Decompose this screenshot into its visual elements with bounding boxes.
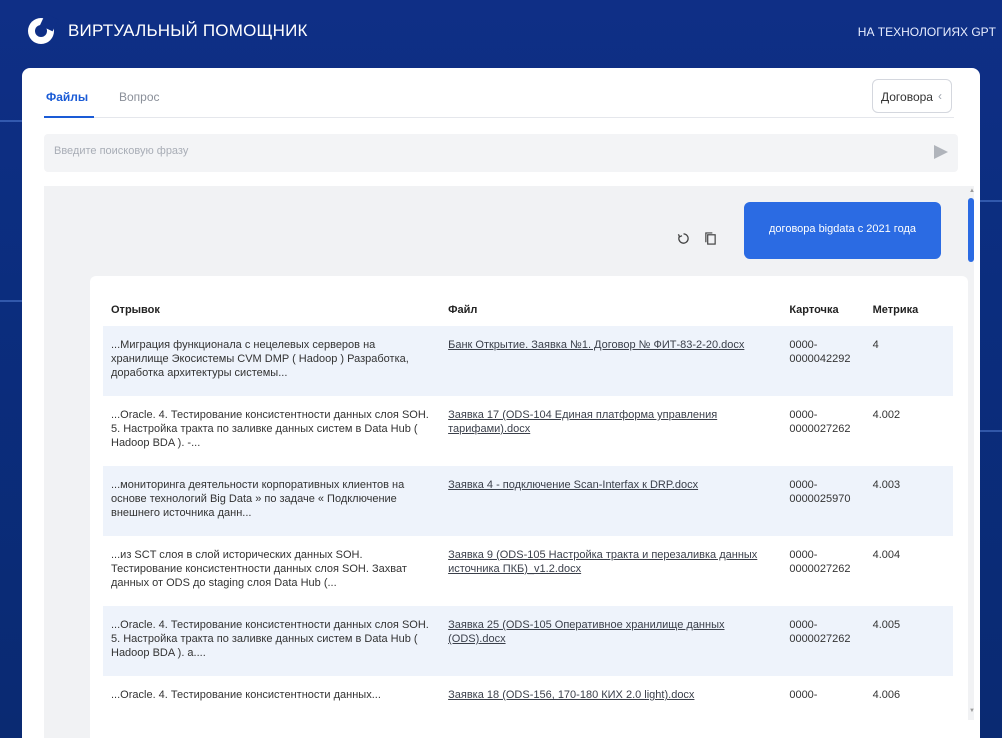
- top-bar: ВИРТУАЛЬНЫЙ ПОМОЩНИК НА ТЕХНОЛОГИЯХ GPT: [0, 0, 1002, 62]
- metric-cell: 4.005: [864, 606, 953, 676]
- file-cell: Банк Открытие. Заявка №1. Договор № ФИТ-…: [440, 326, 782, 396]
- results-table: Отрывок Файл Карточка Метрика ...Миграци…: [103, 294, 953, 738]
- dropdown-selected-label: Договора: [881, 90, 933, 104]
- file-cell: Заявка 17 (ODS-104 Единая платформа упра…: [440, 396, 781, 466]
- card-cell: 0000-0000027262: [789, 549, 851, 575]
- category-dropdown[interactable]: Договора ‹: [872, 79, 952, 113]
- chevron-left-icon: ‹: [938, 89, 942, 103]
- scrollbar-thumb[interactable]: [968, 198, 974, 262]
- card-cell: 0000-0000027262: [781, 606, 865, 676]
- tabs-divider: [44, 117, 954, 118]
- table-row: ...Миграция функционала с нецелевых серв…: [103, 326, 953, 396]
- file-link[interactable]: Заявка 25 (ODS-105 Оперативное хранилище…: [448, 619, 724, 645]
- table-row: ...Oracle. 4. Тестирование консистентнос…: [103, 606, 953, 676]
- column-header-file: Файл: [448, 304, 478, 316]
- card-cell: 0000-0000042292: [781, 326, 865, 396]
- file-link[interactable]: Заявка 17 (ODS-104 Единая платформа упра…: [448, 409, 717, 435]
- column-header-card: Карточка: [789, 304, 839, 316]
- file-cell: Заявка 9 (ODS-105 Настройка тракта и пер…: [440, 536, 781, 606]
- metric-cell: 4.004: [872, 549, 901, 561]
- chat-area: договора bigdata с 2021 года Отрывок Фай…: [44, 186, 968, 738]
- file-link[interactable]: Заявка 9 (ODS-105 Настройка тракта и пер…: [448, 549, 757, 575]
- excerpt-cell: ...мониторинга деятельности корпоративны…: [103, 466, 441, 536]
- user-message-bubble: договора bigdata с 2021 года: [744, 202, 941, 259]
- table-row: ...Oracle. 4. Тестирование консистентнос…: [103, 396, 953, 466]
- scroll-down-arrow-icon[interactable]: ▼: [969, 708, 975, 714]
- excerpt-cell: ...Миграция функционала с нецелевых серв…: [103, 326, 441, 396]
- metric-cell: 4.002: [872, 409, 901, 421]
- search-input[interactable]: [52, 144, 896, 158]
- metric-cell: 4.003: [864, 466, 953, 536]
- excerpt-cell: ...Oracle. 4. Тестирование консистентнос…: [103, 606, 441, 676]
- logo-icon: [28, 18, 54, 44]
- file-cell: Заявка 25 (ODS-105 Оперативное хранилище…: [440, 606, 782, 676]
- column-header-excerpt: Отрывок: [111, 304, 160, 316]
- table-row: ...из SCT слоя в слой исторических данны…: [103, 536, 953, 606]
- column-header-metric: Метрика: [872, 304, 919, 316]
- bottom-fade: [90, 706, 968, 738]
- search-bar: [44, 134, 958, 172]
- copy-icon[interactable]: [704, 232, 717, 245]
- excerpt-cell: ...Oracle. 4. Тестирование консистентнос…: [111, 409, 429, 449]
- excerpt-cell: ...из SCT слоя в слой исторических данны…: [111, 549, 407, 589]
- file-link[interactable]: Банк Открытие. Заявка №1. Договор № ФИТ-…: [448, 339, 744, 351]
- main-card: Файлы Вопрос Договора ‹ договора bigdata…: [22, 68, 980, 738]
- table-row: ...мониторинга деятельности корпоративны…: [103, 466, 953, 536]
- card-cell: 0000-0000027262: [789, 409, 851, 435]
- refresh-icon[interactable]: [677, 232, 690, 245]
- active-tab-indicator: [44, 116, 94, 118]
- table-header-row: Отрывок Файл Карточка Метрика: [103, 294, 953, 326]
- file-link[interactable]: Заявка 4 - подключение Scan-Interfax к D…: [448, 479, 698, 491]
- tab-question[interactable]: Вопрос: [119, 90, 160, 104]
- scrollbar-track[interactable]: [968, 186, 974, 720]
- app-subtitle: НА ТЕХНОЛОГИЯХ GPT: [857, 25, 996, 39]
- tab-files[interactable]: Файлы: [46, 90, 88, 104]
- app-title: ВИРТУАЛЬНЫЙ ПОМОЩНИК: [68, 21, 308, 40]
- file-link[interactable]: Заявка 18 (ODS-156, 170-180 КИХ 2.0 ligh…: [448, 689, 694, 701]
- scroll-up-arrow-icon[interactable]: ▲: [969, 188, 975, 194]
- results-table-container: Отрывок Файл Карточка Метрика ...Миграци…: [90, 276, 968, 738]
- send-icon[interactable]: [934, 145, 948, 159]
- metric-cell: 4: [864, 326, 953, 396]
- user-message-text: договора bigdata с 2021 года: [769, 223, 916, 235]
- file-cell: Заявка 4 - подключение Scan-Interfax к D…: [440, 466, 782, 536]
- card-cell: 0000-0000025970: [781, 466, 865, 536]
